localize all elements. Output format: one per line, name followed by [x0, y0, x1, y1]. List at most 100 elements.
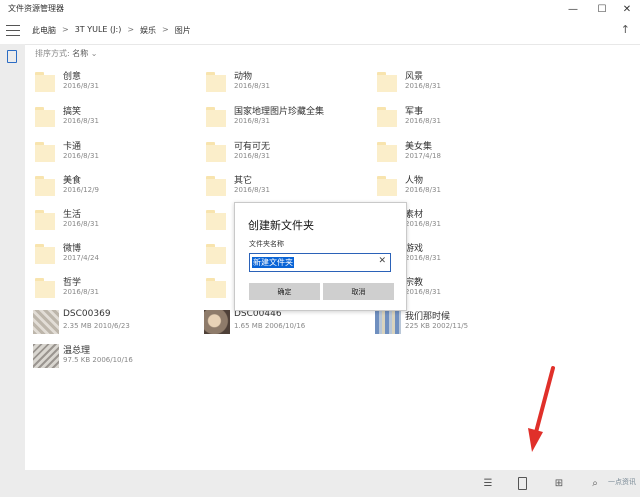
folder-item[interactable]: 国家地理图片珍藏全集 2016/8/31: [206, 103, 366, 133]
folder-date: 2016/8/31: [63, 117, 99, 125]
folder-icon: [35, 278, 55, 298]
sort-value: 名称: [72, 49, 89, 58]
folder-item[interactable]: 搞笑 2016/8/31: [35, 103, 185, 133]
folder-name: 游戏: [405, 244, 424, 254]
folder-date: 2016/8/31: [405, 186, 441, 194]
file-meta: 2.35 MB 2010/6/23: [63, 322, 130, 330]
folder-date: 2016/8/31: [405, 288, 441, 296]
file-meta: 1.65 MB 2006/10/16: [234, 322, 306, 330]
folder-name: 军事: [405, 107, 424, 117]
folder-icon: [35, 107, 55, 127]
folder-date: 2016/8/31: [405, 254, 441, 262]
folder-item[interactable]: 美女集 2017/4/18: [377, 138, 527, 168]
folder-icon: [35, 176, 55, 196]
crumb-this-pc[interactable]: 此电脑: [32, 25, 56, 36]
folder-name-input[interactable]: 新建文件夹 ✕: [249, 253, 391, 272]
folder-icon: [206, 142, 226, 162]
hamburger-menu-icon[interactable]: [6, 25, 20, 37]
folder-name-value: 新建文件夹: [252, 257, 294, 268]
new-folder-dialog: 创建新文件夹 文件夹名称 新建文件夹 ✕ 确定 取消: [234, 202, 407, 311]
folder-name: 风景: [405, 72, 424, 82]
dialog-title: 创建新文件夹: [248, 219, 314, 232]
image-file-item[interactable]: DSC00369 2.35 MB 2010/6/23: [33, 308, 183, 338]
clear-input-icon[interactable]: ✕: [378, 256, 386, 266]
folder-date: 2016/8/31: [63, 220, 99, 228]
folder-item[interactable]: 人物 2016/8/31: [377, 172, 527, 202]
folder-item[interactable]: 卡通 2016/8/31: [35, 138, 185, 168]
folder-item[interactable]: 动物 2016/8/31: [206, 68, 356, 98]
folder-item[interactable]: 生活 2016/8/31: [35, 206, 185, 236]
minimize-button[interactable]: —: [560, 0, 586, 18]
folder-name: 可有可无: [234, 142, 271, 152]
up-arrow-icon[interactable]: ↑: [621, 23, 630, 36]
window-title: 文件资源管理器: [8, 4, 64, 13]
folder-date: 2016/8/31: [234, 152, 270, 160]
folder-icon: [206, 107, 226, 127]
folder-icon: [35, 244, 55, 264]
folder-icon: [206, 210, 226, 230]
folder-date: 2016/8/31: [405, 82, 441, 90]
folder-icon: [206, 176, 226, 196]
left-rail: [0, 44, 25, 497]
folder-item[interactable]: 可有可无 2016/8/31: [206, 138, 356, 168]
folder-item[interactable]: 哲学 2016/8/31: [35, 274, 185, 304]
folder-name: 动物: [234, 72, 253, 82]
crumb-separator: >: [62, 25, 69, 34]
folder-icon: [35, 210, 55, 230]
image-thumbnail: [33, 310, 59, 334]
folder-date: 2016/8/31: [405, 117, 441, 125]
image-thumbnail: [375, 310, 401, 334]
folder-item[interactable]: 微博 2017/4/24: [35, 240, 185, 270]
folder-name-label: 文件夹名称: [249, 240, 284, 248]
folder-item[interactable]: [206, 240, 232, 270]
file-meta: 97.5 KB 2006/10/16: [63, 356, 133, 364]
image-file-item[interactable]: DSC00446 1.65 MB 2006/10/16: [204, 308, 354, 338]
breadcrumb: 此电脑 > 3T YULE (J:) > 娱乐 > 图片: [32, 25, 191, 36]
crumb-drive[interactable]: 3T YULE (J:): [75, 25, 122, 36]
chevron-down-icon: ⌄: [90, 49, 98, 58]
image-thumbnail: [33, 344, 59, 368]
maximize-button[interactable]: ☐: [589, 0, 615, 18]
folder-name: 生活: [63, 210, 82, 220]
crumb-separator: >: [127, 25, 135, 34]
folder-icon: [377, 176, 397, 196]
folder-item[interactable]: 其它 2016/8/31: [206, 172, 356, 202]
folder-date: 2016/8/31: [234, 82, 270, 90]
file-name: 我们那时候: [405, 312, 451, 322]
folder-name: 宗教: [405, 278, 424, 288]
folder-name: 哲学: [63, 278, 82, 288]
crumb-entertainment[interactable]: 娱乐: [140, 25, 156, 36]
folder-icon: [377, 142, 397, 162]
list-view-icon[interactable]: ☰: [481, 476, 495, 490]
close-button[interactable]: ✕: [614, 0, 640, 18]
sort-control[interactable]: 排序方式: 名称 ⌄: [35, 48, 98, 59]
file-meta: 225 KB 2002/11/5: [405, 322, 469, 330]
folder-item[interactable]: [206, 206, 232, 236]
image-file-item[interactable]: 温总理 97.5 KB 2006/10/16: [33, 342, 183, 372]
folder-item[interactable]: 军事 2016/8/31: [377, 103, 527, 133]
folder-name: 其它: [234, 176, 253, 186]
folder-name: 素材: [405, 210, 424, 220]
address-bar: 此电脑 > 3T YULE (J:) > 娱乐 > 图片 ↑: [0, 18, 640, 45]
folder-name: 搞笑: [63, 107, 82, 117]
file-name: 温总理: [63, 346, 91, 356]
folder-date: 2016/8/31: [63, 82, 99, 90]
folder-item[interactable]: 风景 2016/8/31: [377, 68, 527, 98]
image-file-item[interactable]: 我们那时候 225 KB 2002/11/5: [375, 308, 525, 338]
folder-item[interactable]: 创意 2016/8/31: [35, 68, 185, 98]
tablet-icon[interactable]: [7, 50, 17, 63]
folder-icon: [35, 142, 55, 162]
folder-icon: [377, 107, 397, 127]
folder-item[interactable]: 美食 2016/12/9: [35, 172, 185, 202]
folder-date: 2016/8/31: [234, 117, 270, 125]
folder-icon: [206, 244, 226, 264]
search-icon[interactable]: ⌕: [588, 476, 602, 490]
grid-view-icon[interactable]: ⊞: [552, 476, 566, 490]
crumb-separator: >: [162, 25, 169, 34]
cancel-button[interactable]: 取消: [323, 283, 394, 300]
folder-item[interactable]: [206, 274, 232, 304]
folder-name: 微博: [63, 244, 82, 254]
tablet-icon[interactable]: [515, 476, 529, 490]
ok-button[interactable]: 确定: [249, 283, 320, 300]
crumb-pictures[interactable]: 图片: [175, 25, 191, 36]
